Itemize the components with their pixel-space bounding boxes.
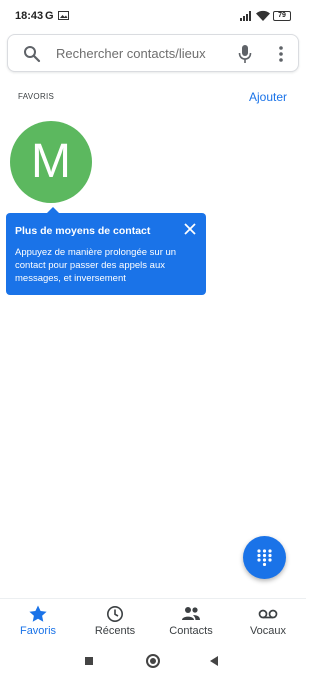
tooltip-title: Plus de moyens de contact — [15, 225, 151, 237]
contact-avatar-m[interactable]: M — [10, 121, 92, 203]
nav-label: Contacts — [169, 625, 213, 637]
nav-contacts[interactable]: Contacts — [153, 599, 229, 644]
back-triangle-icon[interactable] — [210, 656, 218, 666]
tooltip-arrow — [46, 207, 60, 214]
nav-recents[interactable]: Récents — [77, 599, 153, 644]
nav-favoris[interactable]: Favoris — [0, 599, 76, 644]
wifi-icon — [256, 10, 270, 21]
recents-square-icon[interactable] — [85, 657, 93, 665]
dialpad-icon — [257, 549, 272, 566]
dialpad-button[interactable] — [243, 536, 286, 579]
system-navigation — [0, 643, 306, 679]
tooltip-body: Appuyez de manière prolongée sur un cont… — [15, 247, 177, 284]
nav-label: Vocaux — [249, 625, 287, 637]
search-bar[interactable]: Rechercher contacts/lieux — [7, 34, 299, 72]
voicemail-icon — [258, 609, 278, 619]
nav-label: Favoris — [19, 625, 57, 637]
search-input[interactable]: Rechercher contacts/lieux — [56, 46, 206, 61]
more-vert-icon[interactable] — [275, 44, 287, 64]
home-circle-icon[interactable] — [146, 654, 160, 668]
favorites-heading: FAVORIS — [18, 92, 55, 101]
contact-tooltip: Plus de moyens de contact Appuyez de man… — [6, 207, 206, 295]
bottom-navigation: Favoris Récents Contacts Vocaux — [0, 598, 306, 643]
close-icon[interactable] — [183, 222, 197, 236]
mic-icon[interactable] — [237, 44, 253, 64]
signal-icon — [240, 11, 251, 21]
status-bar: 18:43 G 79 — [0, 0, 306, 30]
status-time: 18:43 — [15, 10, 44, 22]
star-icon — [29, 605, 47, 622]
battery-icon: 79 — [273, 11, 291, 21]
search-icon — [24, 46, 41, 63]
google-icon: G — [45, 10, 54, 22]
nav-vocaux[interactable]: Vocaux — [230, 599, 306, 644]
add-favorite-button[interactable]: Ajouter — [249, 90, 287, 104]
nav-label: Récents — [94, 625, 136, 637]
gallery-icon — [58, 11, 69, 20]
people-icon — [182, 607, 200, 620]
clock-icon — [107, 606, 123, 622]
